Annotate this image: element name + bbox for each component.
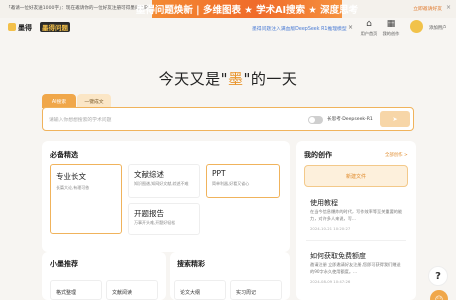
tool-desc: 简单利器,好看又省心	[212, 181, 250, 186]
page-title: 今天又是"墨"的一天	[0, 68, 456, 89]
tool-desc: 万事开头难,开题好轻松	[134, 220, 176, 225]
tool-title: 开题报告	[134, 209, 164, 218]
grid-icon: ▦	[386, 19, 396, 29]
my-works-button[interactable]: ▦ 我的创作	[378, 19, 404, 37]
work-item-time: 2024-08-09 10:47:26	[310, 279, 351, 284]
tool-title: PPT	[212, 169, 226, 178]
tool-card-long-article[interactable]: 专业长文 长篇大论,有理可依	[50, 164, 122, 234]
tab-ai-search[interactable]: AI搜索	[42, 94, 76, 108]
all-works-link[interactable]: 全部创作 >	[385, 152, 408, 158]
svg-text:墨得问题: 墨得问题	[42, 23, 69, 32]
search-precise-item-label: 实习周记	[236, 290, 257, 296]
send-button[interactable]: ➤	[380, 111, 410, 127]
tool-card-proposal[interactable]: 开题报告 万事开头难,开题好轻松	[128, 203, 200, 235]
recommend-item-label: 格式整理	[56, 290, 77, 296]
search-precise-title: 搜索精彩	[177, 260, 205, 268]
deep-think-label: 长思考·Deepseek-R1	[327, 117, 373, 122]
svg-text:墨得: 墨得	[18, 23, 32, 32]
send-icon: ➤	[392, 115, 398, 123]
my-works-label: 我的创作	[382, 31, 400, 36]
search-precise-item[interactable]: 论文大纲	[174, 280, 226, 300]
title-prefix: 今天又是"	[158, 70, 228, 88]
user-name[interactable]: 添加用户	[429, 25, 447, 31]
close-icon[interactable]: ×	[446, 4, 451, 11]
featured-title: 必备精选	[50, 151, 78, 159]
search-precise-item[interactable]: 实习周记	[230, 280, 282, 300]
tool-desc: 长篇大论,有理可依	[56, 185, 90, 190]
recommend-title: 小墨推荐	[50, 260, 78, 268]
tool-card-literature-review[interactable]: 文献综述 知识图谱,知网好文献,综述不难	[128, 164, 200, 198]
work-item-title[interactable]: 使用教程	[310, 198, 338, 208]
deep-think-toggle[interactable]	[308, 116, 323, 124]
work-item-title[interactable]: 如何获取免费额度	[310, 251, 366, 261]
my-works-title: 我的创作	[304, 151, 332, 159]
recommend-item[interactable]: 文献阅读	[106, 280, 158, 300]
assistant-fab-icon[interactable]: ☺	[430, 290, 448, 300]
promo-banner: 「邀请一位好友送1000字」：现在邀请你的一位好友注册可得墨问题目,即可获得10…	[0, 0, 456, 18]
new-file-button[interactable]: 新建文件	[304, 165, 408, 187]
title-highlight: 墨	[227, 70, 244, 88]
avatar[interactable]	[410, 20, 423, 33]
help-icon[interactable]: ?	[428, 266, 448, 286]
recommend-item-label: 文献阅读	[112, 290, 133, 296]
logo-wordmark-icon[interactable]: 墨得问题	[40, 22, 70, 32]
tool-desc: 知识图谱,知网好文献,综述不难	[134, 181, 189, 186]
search-input[interactable]: 请输入你想想搜索的学术问题	[49, 116, 111, 123]
work-item-body[interactable]: 邀请注册 立即邀请好友注册,您即可获得我们赠送的90字永久使用额度。...	[310, 261, 404, 275]
title-suffix: "的一天	[243, 70, 298, 88]
search-box: 请输入你想想搜索的学术问题 长思考·Deepseek-R1 ➤	[42, 107, 414, 131]
work-item-time: 2024-10-21 10:20:27	[310, 226, 351, 231]
logo-mascot-icon[interactable]: 墨得	[8, 22, 36, 32]
tab-one-click-write[interactable]: 一键成文	[77, 94, 111, 108]
invite-friend-link[interactable]: 立即邀请好友	[413, 5, 442, 12]
divider	[306, 240, 406, 241]
tool-card-ppt[interactable]: PPT 简单利器,好看又省心	[206, 164, 280, 198]
promo-banner-headline[interactable]: 墨得问题焕新 | 多维图表 ★ 学术AI搜索 ★ 深度思考	[136, 0, 358, 18]
close-icon[interactable]: ×	[348, 24, 353, 31]
notice-link[interactable]: 墨得问题注入满血版DeepSeek R1推理模型	[252, 25, 347, 32]
work-item-body[interactable]: 在当今信息爆炸的时代，写作效率等至关重要的能力，对许多人来说，写...	[310, 208, 404, 222]
search-precise-item-label: 论文大纲	[180, 290, 201, 296]
tool-title: 专业长文	[56, 172, 86, 181]
tool-title: 文献综述	[134, 170, 164, 179]
recommend-item[interactable]: 格式整理	[50, 280, 102, 300]
